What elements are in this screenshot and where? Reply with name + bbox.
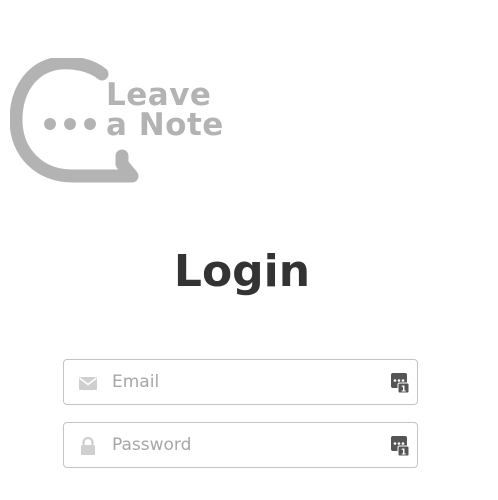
- svg-text:1: 1: [401, 448, 407, 457]
- page-title: Login: [173, 246, 311, 297]
- lock-icon: [81, 436, 95, 455]
- password-manager-icon[interactable]: 1: [390, 435, 410, 457]
- logo-line-1: Leave: [106, 77, 212, 113]
- logo-wordmark: Leave a Note: [106, 77, 224, 143]
- password-manager-icon[interactable]: 1: [390, 372, 410, 394]
- email-input[interactable]: [112, 368, 382, 396]
- email-field[interactable]: 1: [63, 359, 418, 405]
- password-input[interactable]: [112, 431, 382, 459]
- svg-text:1: 1: [401, 385, 407, 394]
- password-field[interactable]: 1: [63, 422, 418, 468]
- envelope-icon: [79, 377, 97, 390]
- logo-line-2: a Note: [106, 107, 224, 143]
- app-logo: Leave a Note: [10, 58, 240, 188]
